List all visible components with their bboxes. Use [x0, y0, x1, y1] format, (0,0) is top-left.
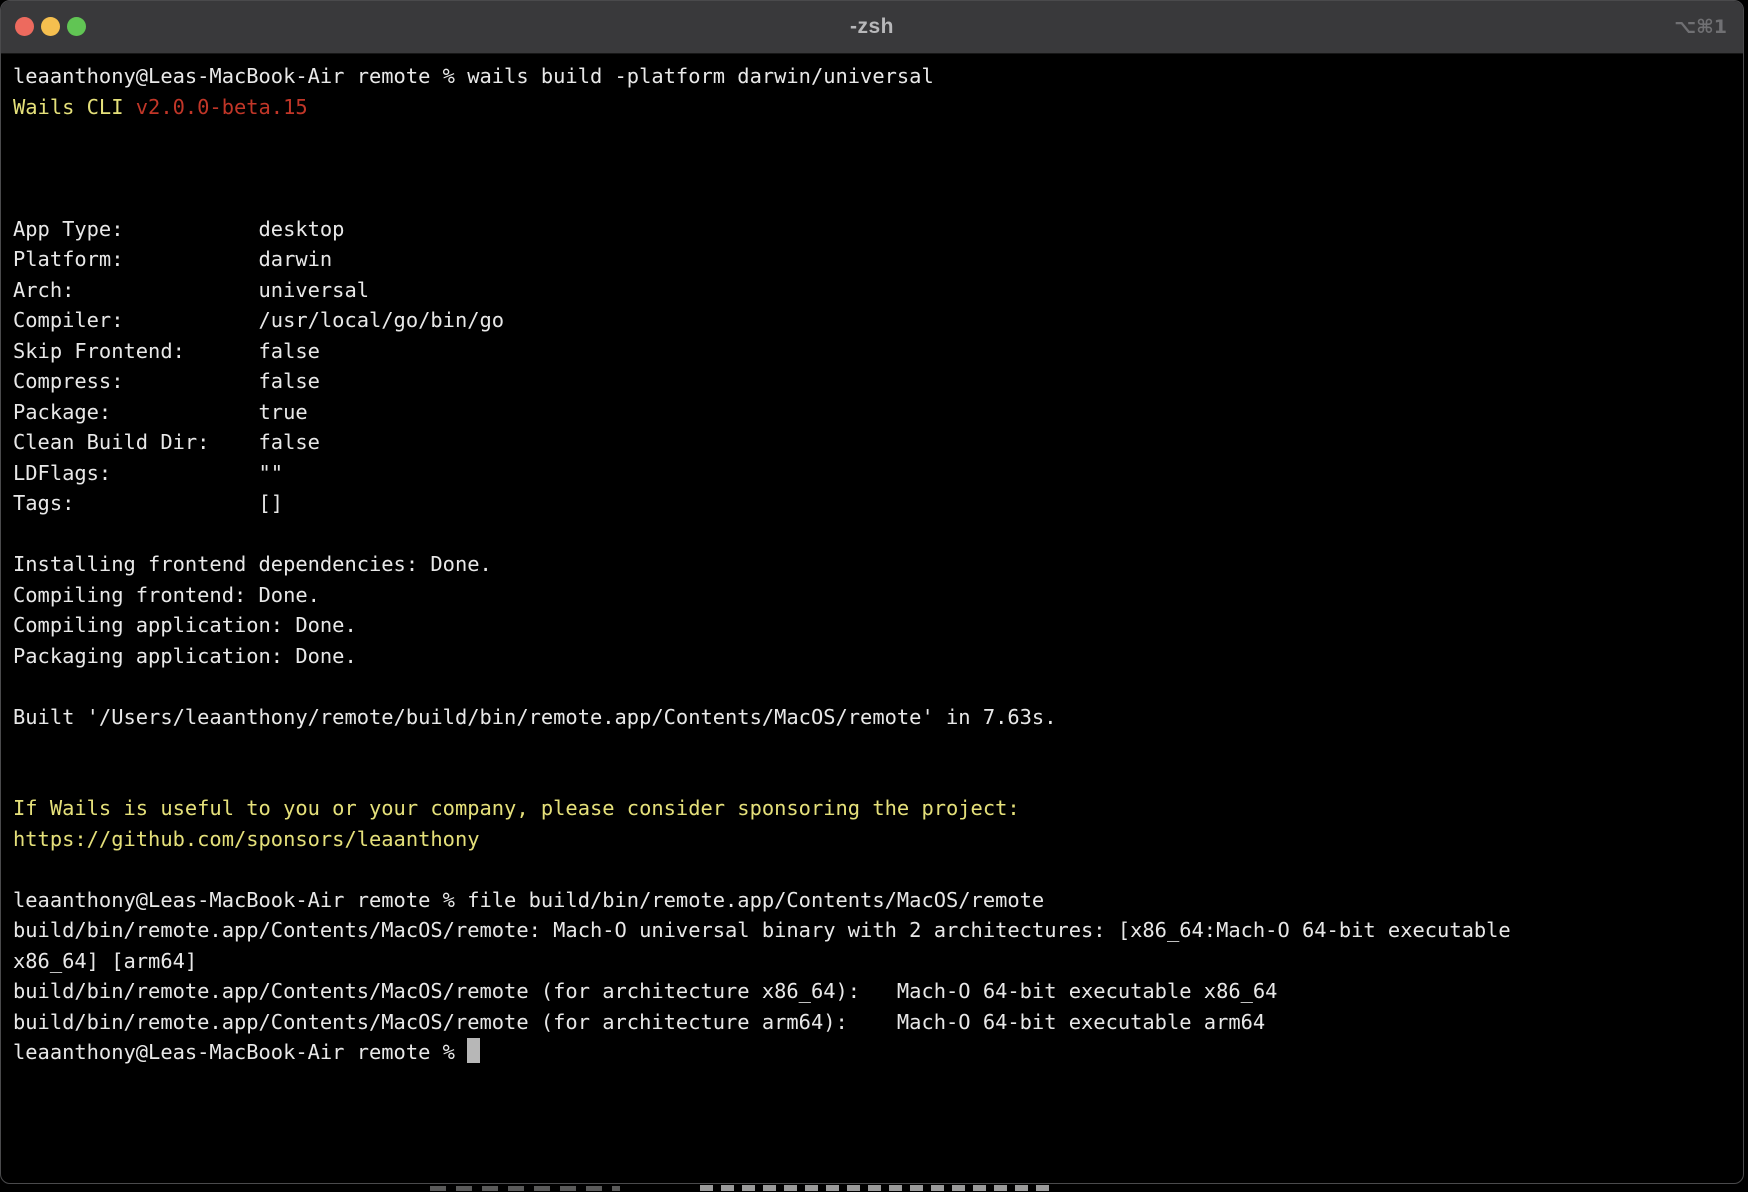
occluded-window-fragment — [430, 1186, 620, 1191]
terminal-line: build/bin/remote.app/Contents/MacOS/remo… — [13, 1007, 1743, 1038]
terminal-line — [13, 671, 1743, 702]
terminal-line: Built '/Users/leaanthony/remote/build/bi… — [13, 702, 1743, 733]
terminal-text-segment: Package: true — [13, 400, 308, 424]
tab-shortcut-hint: ⌥⌘1 — [1674, 1, 1727, 53]
minimize-button[interactable] — [41, 17, 60, 36]
terminal-window: -zsh ⌥⌘1 leaanthony@Leas-MacBook-Air rem… — [0, 0, 1744, 1184]
terminal-text-segment: App Type: desktop — [13, 217, 344, 241]
terminal-line — [13, 153, 1743, 184]
terminal-line — [13, 519, 1743, 550]
terminal-line: leaanthony@Leas-MacBook-Air remote % wai… — [13, 61, 1743, 92]
terminal-line: If Wails is useful to you or your compan… — [13, 793, 1743, 824]
close-button[interactable] — [15, 17, 34, 36]
occluded-window-fragment — [700, 1185, 1055, 1191]
terminal-line: https://github.com/sponsors/leaanthony — [13, 824, 1743, 855]
terminal-cursor — [467, 1038, 479, 1063]
terminal-line: Compiling application: Done. — [13, 610, 1743, 641]
terminal-text-segment: Tags: [] — [13, 491, 283, 515]
terminal-line: Compiler: /usr/local/go/bin/go — [13, 305, 1743, 336]
terminal-text-segment: Compress: false — [13, 369, 320, 393]
titlebar: -zsh ⌥⌘1 — [1, 1, 1743, 54]
terminal-text-segment: Platform: darwin — [13, 247, 332, 271]
terminal-line: LDFlags: "" — [13, 458, 1743, 489]
terminal-line: x86_64] [arm64] — [13, 946, 1743, 977]
terminal-line: Wails CLI v2.0.0-beta.15 — [13, 92, 1743, 123]
terminal-text-segment: LDFlags: "" — [13, 461, 283, 485]
terminal-line — [13, 183, 1743, 214]
terminal-text-segment: build/bin/remote.app/Contents/MacOS/remo… — [13, 979, 1277, 1003]
terminal-line: build/bin/remote.app/Contents/MacOS/remo… — [13, 976, 1743, 1007]
terminal-line: leaanthony@Leas-MacBook-Air remote % — [13, 1037, 1743, 1068]
terminal-line: Installing frontend dependencies: Done. — [13, 549, 1743, 580]
terminal-output[interactable]: leaanthony@Leas-MacBook-Air remote % wai… — [1, 54, 1743, 1068]
terminal-text-segment: If Wails is useful to you or your compan… — [13, 796, 1020, 820]
terminal-text-segment: build/bin/remote.app/Contents/MacOS/remo… — [13, 1010, 1265, 1034]
terminal-text-segment: https://github.com/sponsors/leaanthony — [13, 827, 480, 851]
terminal-text-segment: Installing frontend dependencies: Done. — [13, 552, 492, 576]
terminal-text-segment: Wails CLI — [13, 95, 136, 119]
terminal-line: Clean Build Dir: false — [13, 427, 1743, 458]
terminal-text-segment: leaanthony@Leas-MacBook-Air remote % fil… — [13, 888, 1044, 912]
terminal-line: Platform: darwin — [13, 244, 1743, 275]
desktop-background: -zsh ⌥⌘1 leaanthony@Leas-MacBook-Air rem… — [0, 0, 1748, 1192]
terminal-line: build/bin/remote.app/Contents/MacOS/remo… — [13, 915, 1743, 946]
terminal-text-segment: v2.0.0-beta.15 — [136, 95, 308, 119]
terminal-text-segment: leaanthony@Leas-MacBook-Air remote % wai… — [13, 64, 934, 88]
terminal-text-segment: Compiler: /usr/local/go/bin/go — [13, 308, 504, 332]
zoom-button[interactable] — [67, 17, 86, 36]
terminal-text-segment: Arch: universal — [13, 278, 369, 302]
terminal-line: Skip Frontend: false — [13, 336, 1743, 367]
traffic-light-buttons — [15, 17, 86, 36]
terminal-line: leaanthony@Leas-MacBook-Air remote % fil… — [13, 885, 1743, 916]
terminal-line — [13, 732, 1743, 763]
terminal-text-segment: build/bin/remote.app/Contents/MacOS/remo… — [13, 918, 1511, 942]
terminal-line: Compiling frontend: Done. — [13, 580, 1743, 611]
terminal-text-segment: Compiling application: Done. — [13, 613, 357, 637]
terminal-text-segment: Built '/Users/leaanthony/remote/build/bi… — [13, 705, 1056, 729]
terminal-line — [13, 854, 1743, 885]
terminal-text-segment: Packaging application: Done. — [13, 644, 357, 668]
terminal-line — [13, 122, 1743, 153]
terminal-text-segment: Skip Frontend: false — [13, 339, 320, 363]
window-title: -zsh — [1, 15, 1743, 39]
terminal-text-segment: leaanthony@Leas-MacBook-Air remote % — [13, 1040, 467, 1064]
terminal-line: Package: true — [13, 397, 1743, 428]
terminal-text-segment: Clean Build Dir: false — [13, 430, 320, 454]
terminal-line: Compress: false — [13, 366, 1743, 397]
terminal-text-segment: x86_64] [arm64] — [13, 949, 197, 973]
terminal-line: App Type: desktop — [13, 214, 1743, 245]
terminal-line: Packaging application: Done. — [13, 641, 1743, 672]
terminal-line: Tags: [] — [13, 488, 1743, 519]
terminal-line — [13, 763, 1743, 794]
terminal-line: Arch: universal — [13, 275, 1743, 306]
terminal-text-segment: Compiling frontend: Done. — [13, 583, 320, 607]
